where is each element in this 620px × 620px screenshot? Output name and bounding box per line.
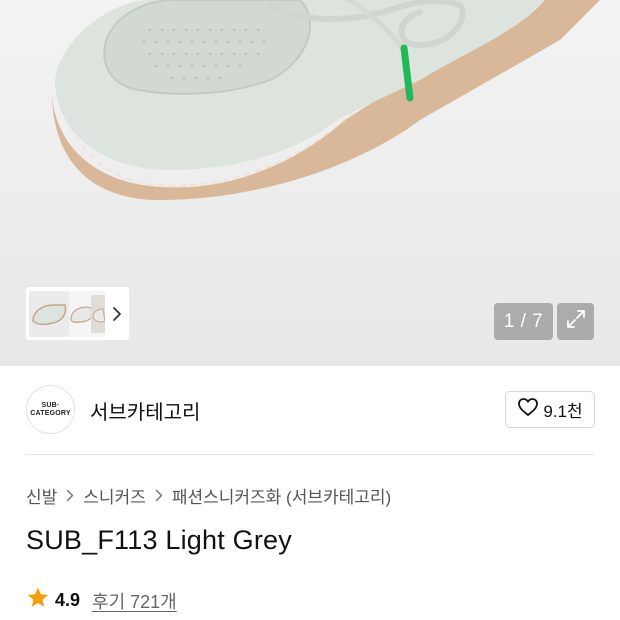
brand-row: SUB· CATEGORY 서브카테고리 9.1천	[0, 366, 620, 454]
star-icon	[26, 586, 50, 615]
breadcrumb-item-shoes[interactable]: 신발	[26, 483, 57, 508]
rating-row: 4.9 후기 721개	[26, 586, 177, 615]
product-image-gallery[interactable]: 1 / 7	[0, 0, 620, 366]
heart-icon	[517, 397, 539, 422]
product-title: SUB_F113 Light Grey	[26, 525, 292, 555]
like-button[interactable]: 9.1천	[505, 391, 595, 428]
divider	[26, 454, 594, 455]
rating-score: 4.9	[55, 590, 81, 610]
thumbnail-strip[interactable]	[26, 287, 129, 340]
breadcrumb-item-sneakers[interactable]: 스니커즈	[83, 483, 146, 508]
chevron-right-icon	[66, 489, 74, 502]
expand-button[interactable]	[557, 303, 594, 340]
like-count: 9.1천	[543, 402, 583, 421]
brand-name[interactable]: 서브카테고리	[90, 396, 200, 425]
expand-icon	[565, 308, 587, 335]
brand-logo-text-line1: SUB·	[41, 401, 60, 409]
brand-logo-text-line2: CATEGORY	[30, 409, 71, 417]
thumbnail-images[interactable]	[29, 290, 105, 337]
chevron-right-icon[interactable]	[107, 304, 127, 324]
breadcrumb: 신발 스니커즈 패션스니커즈화 (서브카테고리)	[26, 483, 391, 508]
review-count-link[interactable]: 후기 721개	[92, 588, 177, 614]
image-counter: 1 / 7	[494, 303, 553, 340]
brand-logo[interactable]: SUB· CATEGORY	[26, 385, 75, 434]
breadcrumb-item-fashion-sneakers[interactable]: 패션스니커즈화 (서브카테고리)	[172, 483, 391, 508]
chevron-right-icon	[155, 489, 163, 502]
